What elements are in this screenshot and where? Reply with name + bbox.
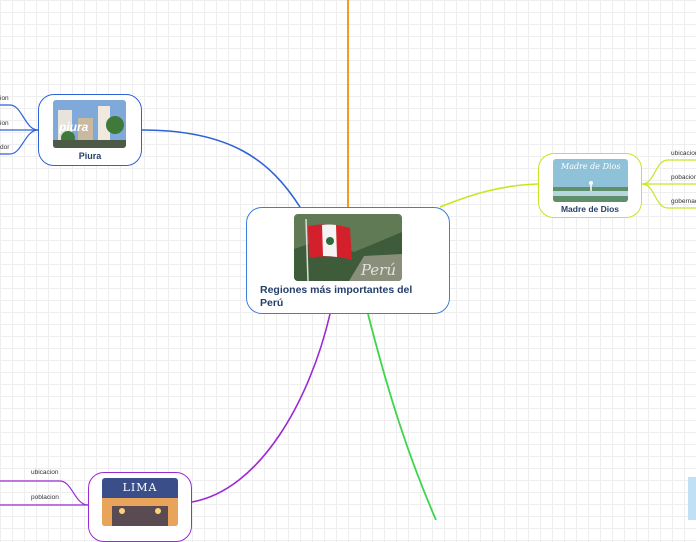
subtopic-lima-1[interactable]: ubicacion — [31, 469, 58, 476]
mdd-branch — [439, 183, 539, 208]
lima-branch — [191, 313, 331, 503]
subtopic-madre-de-dios-3[interactable]: gobernad — [671, 198, 696, 205]
image-caption: Perú — [360, 261, 396, 279]
subtopic-piura-2[interactable]: ion — [0, 120, 9, 127]
topic-node-piura[interactable]: piura Piura — [38, 94, 142, 166]
topic-node-madre-de-dios[interactable]: Madre de Dios Madre de Dios — [538, 153, 642, 218]
image-caption: piura — [59, 120, 89, 134]
subtopic-madre-de-dios-1[interactable]: ubicacion — [671, 150, 696, 157]
subtopic-piura-1[interactable]: ion — [0, 95, 9, 102]
central-topic-title: Regiones más importantes del Perú — [260, 284, 413, 309]
image-caption: Madre de Dios — [561, 162, 621, 171]
subtopic-piura-3[interactable]: dor — [0, 144, 9, 151]
madre-de-dios-image: Madre de Dios — [553, 159, 628, 202]
subtopic-lima-2[interactable]: poblacion — [31, 494, 59, 501]
peru-flag-image: Perú — [294, 214, 402, 281]
lima-image: LIMA — [102, 478, 178, 526]
subtopic-madre-de-dios-2[interactable]: pobacion — [671, 174, 696, 181]
piura-image: piura — [53, 100, 126, 148]
madre-de-dios-label: Madre de Dios — [560, 204, 620, 214]
image-caption: LIMA — [122, 481, 158, 494]
topic-node-lima[interactable]: LIMA — [88, 472, 192, 542]
scroll-thumb[interactable] — [688, 477, 696, 520]
central-topic-node[interactable]: Perú Regiones más importantes del Perú — [246, 207, 450, 314]
piura-branch — [141, 129, 301, 208]
green-branch — [367, 313, 437, 520]
lima-sub-connectors — [0, 480, 89, 506]
piura-label: Piura — [78, 151, 102, 161]
